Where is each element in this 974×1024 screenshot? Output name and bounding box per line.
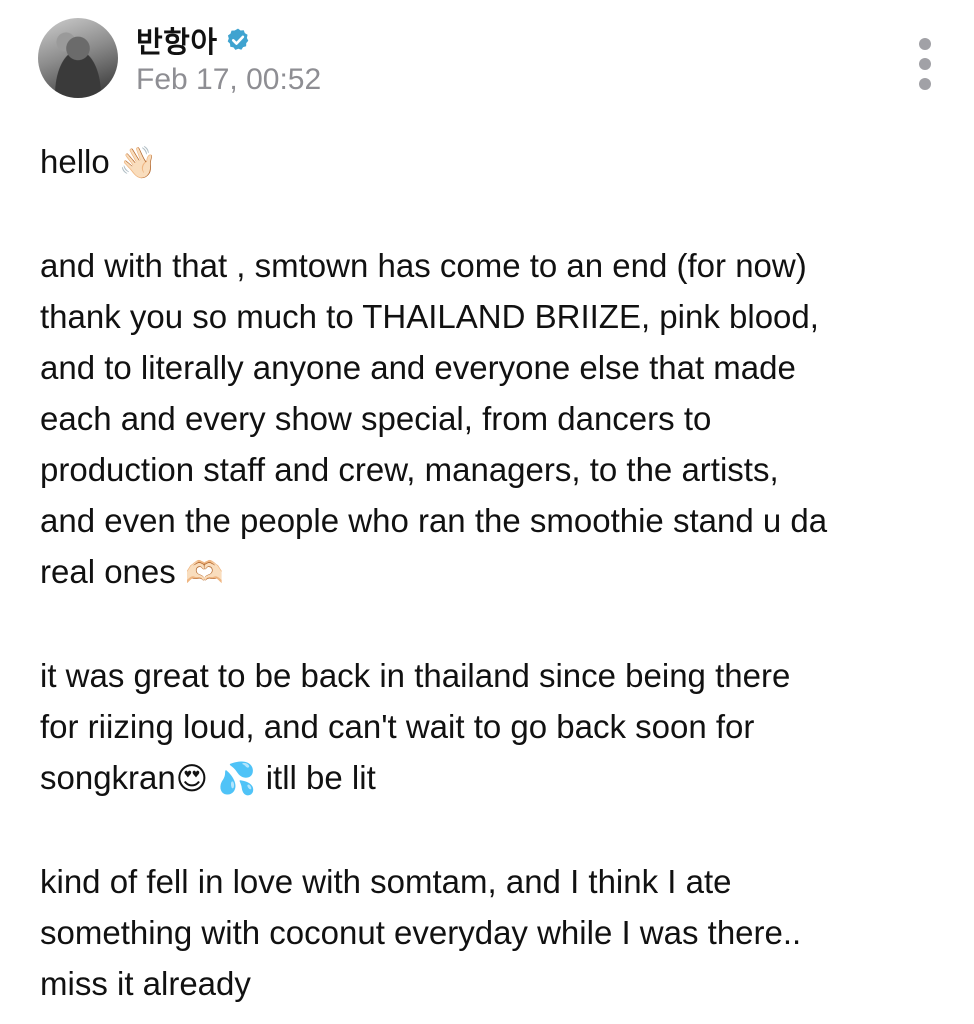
line-text: songkran xyxy=(40,759,176,796)
post-line: and even the people who ran the smoothie… xyxy=(40,502,828,539)
avatar[interactable] xyxy=(38,18,118,98)
more-dot xyxy=(919,58,931,70)
post-line: production staff and crew, managers, to … xyxy=(40,451,779,488)
post-line: each and every show special, from dancer… xyxy=(40,400,712,437)
more-vertical-icon[interactable] xyxy=(910,38,940,90)
author-meta: 반항아 Feb 17, 00:52 xyxy=(136,19,321,97)
author-name[interactable]: 반항아 xyxy=(136,19,218,61)
post-card: 반항아 Feb 17, 00:52 hello 👋🏻 and with that… xyxy=(0,0,974,1024)
line-text: real ones xyxy=(40,553,185,590)
author-name-row: 반항아 xyxy=(136,19,321,61)
more-dot xyxy=(919,78,931,90)
post-line: and to literally anyone and everyone els… xyxy=(40,349,796,386)
post-paragraph: and with that , smtown has come to an en… xyxy=(40,240,950,599)
post-line: and with that , smtown has come to an en… xyxy=(40,247,807,284)
heart-eyes-droplets-emoji: 😍 💦 xyxy=(175,761,257,797)
post-timestamp: Feb 17, 00:52 xyxy=(136,63,322,96)
post-line: real ones 🫶🏻 xyxy=(40,546,950,599)
waving-hand-emoji: 👋🏻 xyxy=(118,145,158,181)
line-text: itll be lit xyxy=(256,759,376,796)
post-line: miss it already xyxy=(40,965,251,1002)
more-dot xyxy=(919,38,931,50)
post-line: it was great to be back in thailand sinc… xyxy=(40,657,791,694)
post-line: songkran😍 💦 itll be lit xyxy=(40,752,950,805)
post-line: thank you so much to THAILAND BRIIZE, pi… xyxy=(40,298,819,335)
verified-badge-icon xyxy=(225,27,251,53)
post-paragraph: it was great to be back in thailand sinc… xyxy=(40,650,950,805)
post-paragraph: kind of fell in love with somtam, and I … xyxy=(40,856,950,1009)
post-header: 반항아 Feb 17, 00:52 xyxy=(38,16,321,100)
post-line: hello 👋🏻 xyxy=(40,136,950,189)
heart-hands-emoji: 🫶🏻 xyxy=(184,555,224,591)
post-body: hello 👋🏻 and with that , smtown has come… xyxy=(40,136,950,1009)
post-paragraph: hello 👋🏻 xyxy=(40,136,950,189)
post-line: for riizing loud, and can't wait to go b… xyxy=(40,708,755,745)
post-line: kind of fell in love with somtam, and I … xyxy=(40,863,732,900)
post-line: something with coconut everyday while I … xyxy=(40,914,802,951)
line-text: hello xyxy=(40,143,119,180)
